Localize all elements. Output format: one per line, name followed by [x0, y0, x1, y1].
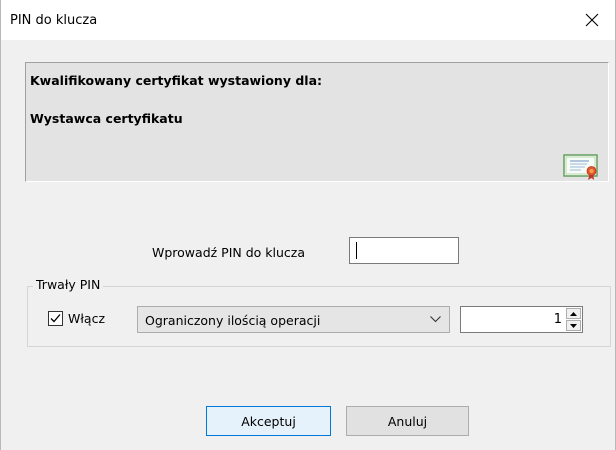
- spin-buttons: [566, 308, 581, 331]
- spin-down-button[interactable]: [566, 320, 581, 331]
- pin-label: Wprowadź PIN do klucza: [152, 245, 305, 260]
- persistent-pin-legend: Trwały PIN: [33, 277, 104, 292]
- dialog-window: PIN do klucza Kwalifikowany certyfikat w…: [0, 0, 616, 450]
- operation-count-stepper[interactable]: 1: [460, 306, 583, 333]
- window-title: PIN do klucza: [10, 13, 98, 28]
- close-button[interactable]: [569, 0, 615, 40]
- pin-mode-selected: Ograniczony ilością operacji: [145, 313, 321, 328]
- arrow-down-icon: [570, 323, 577, 328]
- certificate-icon: [563, 154, 598, 180]
- title-bar: PIN do klucza: [1, 0, 615, 40]
- operation-count-value: 1: [553, 312, 562, 327]
- checkmark-icon: [50, 314, 61, 323]
- cancel-button[interactable]: Anuluj: [346, 406, 469, 436]
- pin-mode-dropdown[interactable]: Ograniczony ilością operacji: [137, 306, 450, 333]
- text-caret: [356, 242, 357, 259]
- chevron-down-icon: [430, 316, 441, 323]
- enable-checkbox-label[interactable]: Włącz: [68, 311, 105, 326]
- arrow-up-icon: [570, 311, 577, 316]
- pin-input[interactable]: [349, 237, 459, 264]
- accept-button[interactable]: Akceptuj: [206, 406, 331, 436]
- certificate-issuer-label: Wystawca certyfikatu: [30, 111, 183, 126]
- close-icon: [585, 13, 599, 27]
- certificate-subject-label: Kwalifikowany certyfikat wystawiony dla:: [30, 73, 322, 88]
- certificate-info-panel: Kwalifikowany certyfikat wystawiony dla:…: [25, 62, 609, 182]
- spin-up-button[interactable]: [566, 308, 581, 319]
- enable-checkbox[interactable]: [48, 311, 63, 326]
